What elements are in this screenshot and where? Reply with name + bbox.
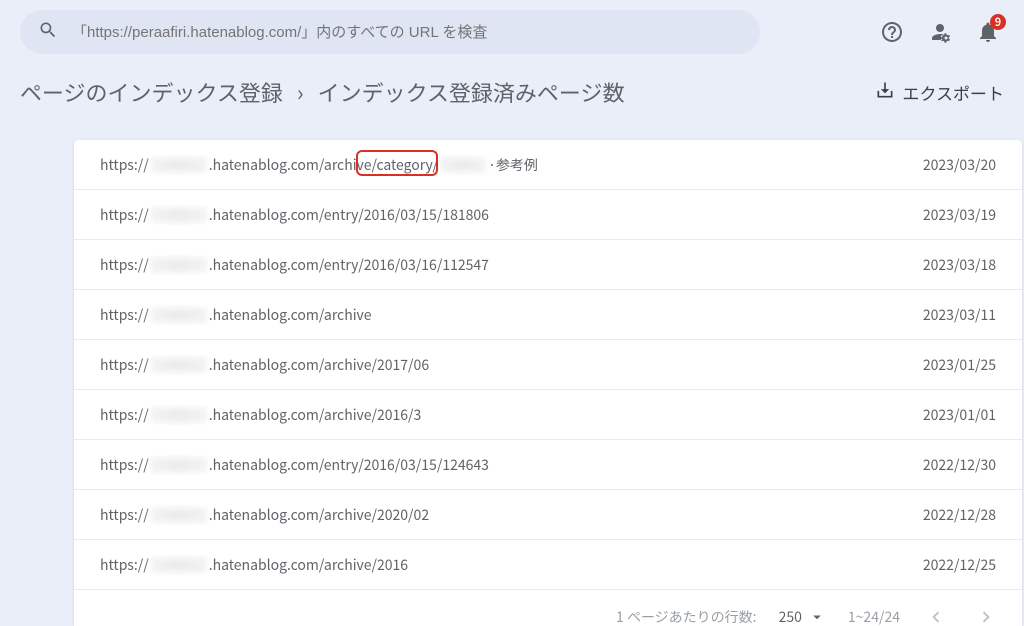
url-cell: https:// .hatenablog.com/entry/2016/03/15… bbox=[100, 205, 886, 225]
url-cell: https:// .hatenablog.com/archive/2016/3 bbox=[100, 405, 886, 425]
url-cell: https:// .hatenablog.com/archive/2020/02 bbox=[100, 505, 886, 525]
page-next-button[interactable] bbox=[972, 606, 1000, 626]
download-icon bbox=[875, 80, 895, 105]
url-cell: https:// .hatenablog.com/archive/2017/06 bbox=[100, 355, 886, 375]
table-row[interactable]: https:// .hatenablog.com/archive/2017/06 2… bbox=[74, 340, 1022, 390]
url-path: .hatenablog.com/archive/2020/02 bbox=[209, 505, 429, 525]
date-cell: 2022/12/28 bbox=[886, 505, 996, 525]
notifications-icon[interactable]: 9 bbox=[976, 20, 1000, 44]
table-row[interactable]: https:// .hatenablog.com/archive/2016 2022… bbox=[74, 540, 1022, 590]
url-prefix: https:// bbox=[100, 255, 149, 275]
redacted-domain bbox=[151, 557, 207, 573]
table-row[interactable]: https:// .hatenablog.com/archive/2016/3 20… bbox=[74, 390, 1022, 440]
url-prefix: https:// bbox=[100, 555, 149, 575]
date-cell: 2022/12/25 bbox=[886, 555, 996, 575]
url-path: .hatenablog.com/archive/category/ bbox=[209, 155, 438, 175]
table-row[interactable]: https:// .hatenablog.com/entry/2016/03/16… bbox=[74, 240, 1022, 290]
breadcrumb-parent[interactable]: ページのインデックス登録 bbox=[20, 76, 283, 108]
url-path: .hatenablog.com/archive/2017/06 bbox=[209, 355, 429, 375]
table-row[interactable]: https:// .hatenablog.com/entry/2016/03/15… bbox=[74, 440, 1022, 490]
redacted-domain bbox=[151, 157, 207, 173]
help-icon[interactable] bbox=[880, 20, 904, 44]
header-row: ページのインデックス登録 › インデックス登録済みページ数 エクスポート bbox=[0, 64, 1024, 120]
redacted-domain bbox=[151, 207, 207, 223]
table-row[interactable]: https:// .hatenablog.com/archive 2023/03/1… bbox=[74, 290, 1022, 340]
notifications-badge: 9 bbox=[990, 14, 1006, 30]
dropdown-icon bbox=[808, 608, 826, 626]
url-prefix: https:// bbox=[100, 205, 149, 225]
url-cell: https:// .hatenablog.com/archive/2016 bbox=[100, 555, 886, 575]
search-box[interactable] bbox=[20, 10, 760, 54]
url-cell: https:// .hatenablog.com/entry/2016/03/16… bbox=[100, 255, 886, 275]
url-prefix: https:// bbox=[100, 305, 149, 325]
export-label: エクスポート bbox=[903, 80, 1005, 105]
date-cell: 2022/12/30 bbox=[886, 455, 996, 475]
url-prefix: https:// bbox=[100, 355, 149, 375]
url-path: .hatenablog.com/entry/2016/03/16/112547 bbox=[209, 255, 489, 275]
url-path: .hatenablog.com/archive/2016 bbox=[209, 555, 408, 575]
date-cell: 2023/01/01 bbox=[886, 405, 996, 425]
pagination: 1 ページあたりの行数: 250 1~24/24 bbox=[74, 590, 1022, 626]
export-button[interactable]: エクスポート bbox=[875, 80, 1005, 105]
pagination-range: 1~24/24 bbox=[848, 607, 900, 626]
redacted-domain bbox=[151, 507, 207, 523]
url-cell: https:// .hatenablog.com/archive bbox=[100, 305, 886, 325]
chevron-right-icon: › bbox=[297, 76, 304, 108]
date-cell: 2023/03/20 bbox=[886, 155, 996, 175]
url-path: .hatenablog.com/archive/2016/3 bbox=[209, 405, 422, 425]
table-row[interactable]: https:// .hatenablog.com/entry/2016/03/15… bbox=[74, 190, 1022, 240]
url-prefix: https:// bbox=[100, 505, 149, 525]
url-cell: https:// .hatenablog.com/archive/category… bbox=[100, 155, 886, 175]
date-cell: 2023/03/11 bbox=[886, 305, 996, 325]
date-cell: 2023/03/19 bbox=[886, 205, 996, 225]
rows-per-page-value: 250 bbox=[779, 607, 802, 626]
search-input[interactable] bbox=[72, 24, 742, 41]
url-prefix: https:// bbox=[100, 405, 149, 425]
url-prefix: https:// bbox=[100, 455, 149, 475]
page-prev-button[interactable] bbox=[922, 606, 950, 626]
rows-per-page-select[interactable]: 250 bbox=[779, 607, 826, 626]
rows-per-page-label: 1 ページあたりの行数: bbox=[616, 607, 757, 626]
results-card: https:// .hatenablog.com/archive/category… bbox=[74, 140, 1022, 626]
top-actions: 9 bbox=[880, 20, 1008, 44]
redacted-domain bbox=[151, 407, 207, 423]
url-suffix: ·参考例 bbox=[488, 155, 538, 175]
top-bar: 9 bbox=[0, 0, 1024, 64]
redacted-segment bbox=[440, 157, 486, 173]
redacted-domain bbox=[151, 307, 207, 323]
search-icon bbox=[38, 20, 58, 45]
url-cell: https:// .hatenablog.com/entry/2016/03/15… bbox=[100, 455, 886, 475]
redacted-domain bbox=[151, 257, 207, 273]
redacted-domain bbox=[151, 457, 207, 473]
table-row[interactable]: https:// .hatenablog.com/archive/2020/02 2… bbox=[74, 490, 1022, 540]
date-cell: 2023/01/25 bbox=[886, 355, 996, 375]
redacted-domain bbox=[151, 357, 207, 373]
breadcrumb: ページのインデックス登録 › インデックス登録済みページ数 bbox=[20, 76, 624, 108]
url-path: .hatenablog.com/entry/2016/03/15/124643 bbox=[209, 455, 489, 475]
url-path: .hatenablog.com/archive bbox=[209, 305, 372, 325]
results-rows: https:// .hatenablog.com/archive/category… bbox=[74, 140, 1022, 590]
users-settings-icon[interactable] bbox=[928, 20, 952, 44]
breadcrumb-current: インデックス登録済みページ数 bbox=[318, 76, 625, 108]
url-path: .hatenablog.com/entry/2016/03/15/181806 bbox=[209, 205, 489, 225]
date-cell: 2023/03/18 bbox=[886, 255, 996, 275]
table-row[interactable]: https:// .hatenablog.com/archive/category… bbox=[74, 140, 1022, 190]
url-prefix: https:// bbox=[100, 155, 149, 175]
